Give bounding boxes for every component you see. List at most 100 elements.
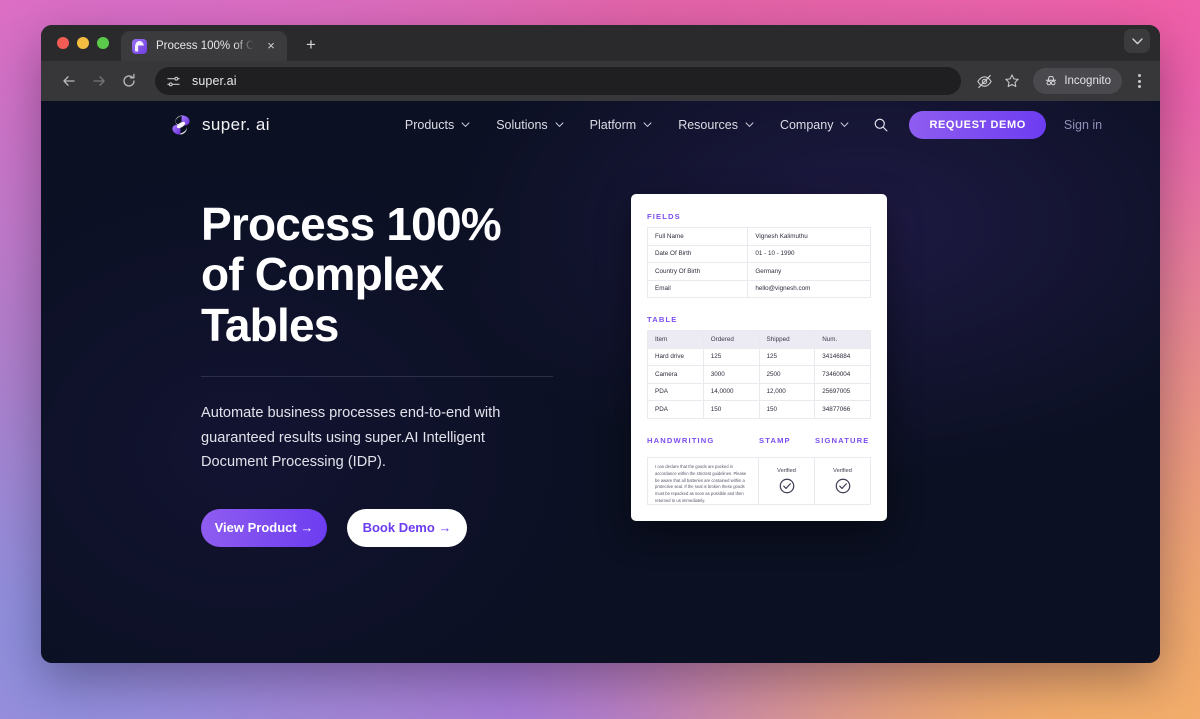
nav-item-products[interactable]: Products: [405, 118, 470, 132]
browser-tab-title: Process 100% of Complex Do: [156, 40, 254, 52]
minimize-window-button[interactable]: [77, 37, 89, 49]
book-demo-button[interactable]: Book Demo →: [347, 508, 467, 547]
new-tab-button[interactable]: +: [297, 31, 325, 59]
hero-copy: Process 100% of Complex Tables Automate …: [201, 199, 553, 547]
cell-num: 34877066: [814, 400, 871, 419]
cell-item: Camera: [647, 365, 704, 384]
field-value: Germany: [747, 262, 871, 281]
cell-item: Hard drive: [647, 347, 704, 367]
column-header: Num.: [814, 330, 871, 349]
cell-shipped: 12,000: [758, 382, 816, 402]
close-tab-icon[interactable]: ×: [263, 38, 279, 54]
forward-icon[interactable]: [85, 67, 113, 95]
signature-status: Verified: [833, 467, 852, 474]
field-value: Vignesh Kalimuthu: [747, 227, 871, 246]
close-window-button[interactable]: [57, 37, 69, 49]
sign-in-link[interactable]: Sign in: [1064, 118, 1102, 132]
hero-buttons: View Product → Book Demo →: [201, 508, 553, 547]
table-row: Email hello@vignesh.com: [646, 279, 871, 299]
verification-labels: HANDWRITING STAMP SIGNATURE: [647, 436, 871, 451]
page-title: Process 100% of Complex Tables: [201, 198, 502, 351]
browser-menu-icon[interactable]: [1128, 68, 1150, 94]
back-icon[interactable]: [55, 67, 83, 95]
nav-label: Company: [779, 118, 834, 132]
bookmark-star-icon[interactable]: [999, 68, 1025, 94]
nav-item-platform[interactable]: Platform: [590, 118, 653, 132]
stamp-box: Verified: [759, 456, 815, 505]
check-circle-icon: [779, 478, 795, 494]
field-key: Date Of Birth: [646, 244, 749, 264]
incognito-label: Incognito: [1064, 75, 1111, 87]
super-ai-logo-icon: [169, 113, 193, 137]
table-header-row: Item Ordered Shipped Num.: [647, 330, 871, 349]
fields-section: FIELDS Full Name Vignesh Kalimuthu Date …: [646, 212, 871, 299]
maximize-window-button[interactable]: [97, 37, 109, 49]
items-table: Item Ordered Shipped Num. Hard drive 125: [647, 330, 871, 419]
page-viewport: super. ai Products Solutions Platform Re…: [41, 101, 1160, 663]
handwriting-box: I can declare that the goods are packed …: [647, 456, 759, 505]
chevron-down-icon: [643, 122, 652, 127]
field-key: Full Name: [646, 227, 749, 246]
verification-section: HANDWRITING STAMP SIGNATURE I can declar…: [647, 436, 871, 505]
browser-tab-strip: Process 100% of Complex Do × +: [41, 25, 1160, 61]
primary-nav-links: Products Solutions Platform Resources Co…: [405, 118, 850, 132]
nav-item-resources[interactable]: Resources: [678, 118, 754, 132]
cell-shipped: 150: [758, 400, 816, 419]
super-ai-favicon-icon: [132, 38, 147, 54]
reload-icon[interactable]: [115, 67, 143, 95]
browser-toolbar: super.ai Incognito: [41, 61, 1160, 101]
column-header: Ordered: [702, 330, 760, 349]
incognito-indicator[interactable]: Incognito: [1033, 68, 1122, 94]
address-bar[interactable]: super.ai: [155, 67, 962, 95]
browser-window: Process 100% of Complex Do × +: [41, 25, 1160, 663]
hero-section: Process 100% of Complex Tables Automate …: [41, 149, 1160, 547]
column-header: Item: [647, 330, 704, 349]
cell-num: 25697005: [814, 382, 871, 402]
desktop-background: Process 100% of Complex Do × +: [0, 0, 1200, 719]
table-row: Country Of Birth Germany: [646, 262, 871, 281]
verification-boxes: I can declare that the goods are packed …: [647, 456, 871, 505]
cell-ordered: 150: [702, 400, 760, 419]
cell-shipped: 2500: [758, 365, 816, 384]
field-value: 01 - 10 - 1990: [747, 244, 871, 264]
table-section-label: TABLE: [647, 315, 678, 325]
hide-password-eye-icon[interactable]: [971, 68, 997, 94]
incognito-hat-icon: [1044, 74, 1058, 88]
cell-ordered: 14,0000: [702, 382, 760, 402]
fields-section-label: FIELDS: [647, 212, 681, 221]
nav-actions: REQUEST DEMO Sign in: [871, 111, 1102, 139]
field-value: hello@vignesh.com: [747, 279, 871, 299]
handwriting-section-label: HANDWRITING: [647, 435, 715, 445]
chevron-down-icon: [745, 122, 754, 127]
chevron-down-icon: [555, 122, 564, 127]
cell-shipped: 125: [758, 347, 816, 367]
cell-ordered: 3000: [702, 365, 760, 384]
chevron-down-icon: [461, 122, 470, 127]
nav-item-company[interactable]: Company: [780, 118, 850, 132]
stamp-section-label: STAMP: [759, 435, 791, 445]
site-logo[interactable]: super. ai: [169, 113, 270, 137]
nav-item-solutions[interactable]: Solutions: [496, 118, 564, 132]
table-row: Camera 3000 2500 73460004: [647, 365, 871, 384]
signature-section-label: SIGNATURE: [815, 435, 870, 445]
table-row: Hard drive 125 125 34146884: [647, 347, 871, 367]
table-section: TABLE Item Ordered Shipped Num. Hard dri…: [647, 315, 871, 419]
table-row: PDA 150 150 34877066: [647, 400, 871, 419]
search-icon[interactable]: [871, 115, 891, 135]
site-brand-name: super. ai: [202, 115, 270, 134]
nav-label: Solutions: [496, 118, 548, 132]
signature-box: Verified: [815, 456, 871, 505]
view-product-button[interactable]: View Product →: [201, 508, 327, 547]
tab-search-chevron-icon[interactable]: [1124, 29, 1150, 53]
site-settings-icon[interactable]: [165, 73, 182, 90]
window-controls: [53, 25, 121, 61]
column-header: Shipped: [758, 330, 816, 349]
site-navigation: super. ai Products Solutions Platform Re…: [41, 101, 1160, 149]
nav-label: Platform: [589, 118, 637, 132]
cell-item: PDA: [647, 382, 704, 402]
table-row: PDA 14,0000 12,000 25697005: [647, 382, 871, 402]
hero-divider: [201, 376, 553, 378]
cell-num: 34146884: [814, 347, 871, 367]
browser-tab[interactable]: Process 100% of Complex Do ×: [121, 31, 287, 61]
request-demo-button[interactable]: REQUEST DEMO: [909, 111, 1046, 139]
